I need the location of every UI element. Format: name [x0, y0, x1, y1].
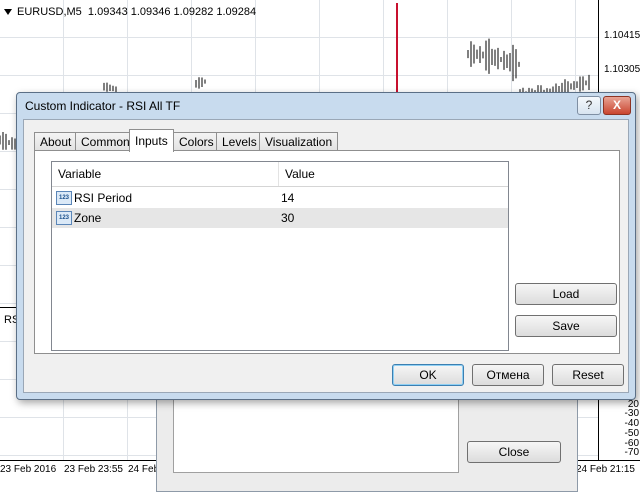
column-header-value[interactable]: Value [279, 162, 505, 186]
variable-value[interactable]: 30 [281, 208, 294, 228]
tab-about[interactable]: About [34, 132, 78, 151]
collapse-triangle-icon[interactable] [4, 9, 12, 15]
column-header-variable[interactable]: Variable [52, 162, 279, 186]
background-list [173, 391, 459, 473]
ok-button[interactable]: OK [392, 364, 464, 386]
number-param-icon: 123 [56, 211, 72, 225]
tab-levels[interactable]: Levels [216, 132, 263, 151]
tab-colors[interactable]: Colors [173, 132, 220, 151]
inputs-table[interactable]: Variable Value 123 RSI Period 14 123 Zon… [51, 161, 509, 351]
number-param-icon: 123 [56, 191, 72, 205]
custom-indicator-dialog: Custom Indicator - RSI All TF ? X About … [16, 92, 636, 400]
price-label: 1.10305 [604, 64, 640, 75]
close-icon[interactable]: X [603, 96, 631, 115]
time-label: 23 Feb 23:55 [64, 464, 123, 475]
table-row[interactable]: 123 RSI Period 14 [52, 188, 508, 208]
table-header: Variable Value [52, 162, 508, 187]
load-button[interactable]: Load [515, 283, 617, 305]
save-button[interactable]: Save [515, 315, 617, 337]
variable-name: Zone [74, 211, 102, 225]
time-label: 24 Feb [128, 464, 160, 475]
variable-value[interactable]: 14 [281, 188, 294, 208]
variable-name: RSI Period [74, 191, 133, 205]
dialog-title: Custom Indicator - RSI All TF [25, 99, 181, 113]
close-button[interactable]: Close [467, 441, 561, 463]
time-label: 24 Feb 21:15 [576, 464, 635, 475]
vertical-marker-line [396, 3, 398, 98]
cancel-button[interactable]: Отмена [472, 364, 544, 386]
tab-inputs[interactable]: Inputs [129, 129, 174, 152]
dialog-body: About Common Inputs Colors Levels Visual… [23, 119, 629, 393]
price-label: 1.10415 [604, 30, 640, 41]
chart-info: EURUSD,M5 1.09343 1.09346 1.09282 1.0928… [4, 6, 256, 18]
chart-ohlc: 1.09343 1.09346 1.09282 1.09284 [87, 6, 257, 18]
tab-visualization[interactable]: Visualization [259, 132, 339, 151]
osc-label: -70 [624, 447, 639, 458]
time-label: 23 Feb 2016 [0, 464, 57, 475]
chart-symbol: EURUSD,M5 [17, 6, 82, 18]
table-row[interactable]: 123 Zone 30 [52, 208, 508, 228]
inputs-panel: Variable Value 123 RSI Period 14 123 Zon… [34, 150, 620, 354]
help-icon[interactable]: ? [577, 96, 601, 115]
tab-common[interactable]: Common [75, 132, 136, 151]
reset-button[interactable]: Reset [552, 364, 624, 386]
